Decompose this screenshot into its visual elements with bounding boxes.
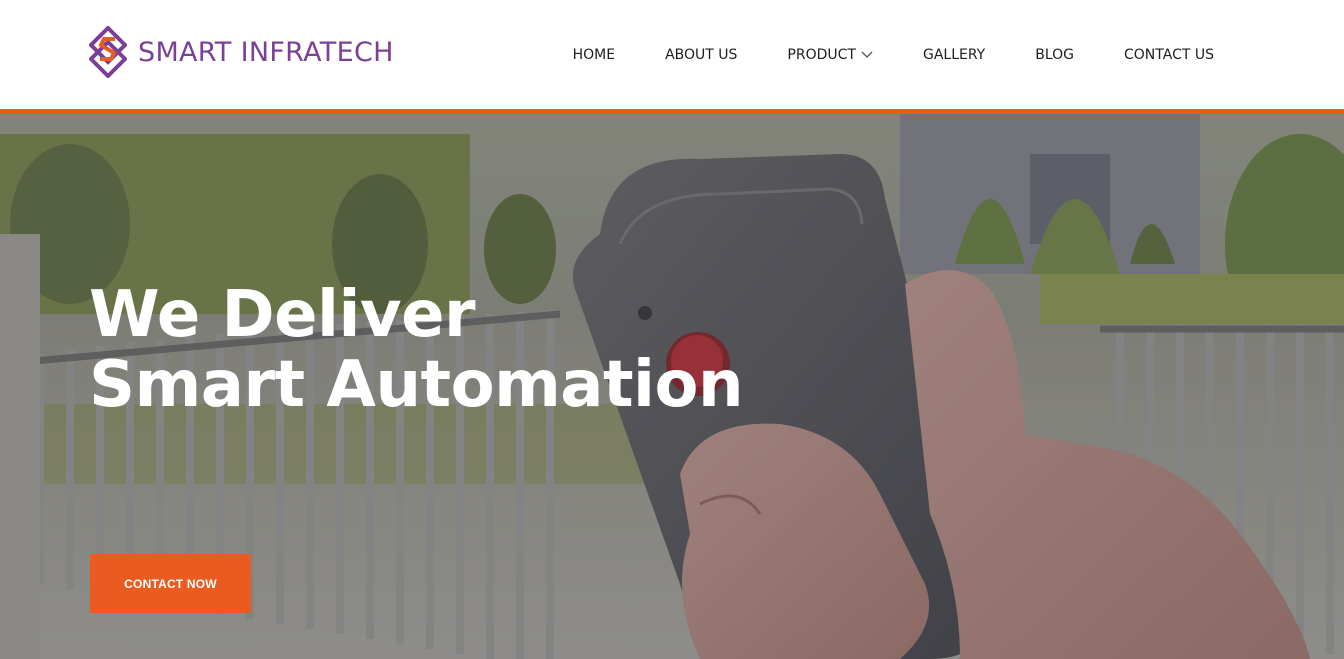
nav-item-home[interactable]: HOME	[573, 47, 615, 63]
brand-logo[interactable]: SMART INFRATECH	[89, 26, 394, 78]
hero-title-line-2: Smart Automation	[89, 348, 744, 422]
nav-item-label: GALLERY	[922, 46, 986, 63]
nav-item-blog[interactable]: BLOG	[1035, 47, 1074, 63]
nav-item-label: HOME	[572, 46, 616, 63]
nav-item-product[interactable]: PRODUCT	[787, 47, 873, 63]
chevron-down-icon[interactable]	[861, 51, 873, 59]
nav-item-label: CONTACT US	[1124, 46, 1214, 63]
nav-item-gallery[interactable]: GALLERY	[923, 47, 985, 63]
nav-item-about-us[interactable]: ABOUT US	[665, 47, 737, 63]
brand-name: SMART INFRATECH	[138, 36, 394, 68]
site-header: SMART INFRATECH HOME ABOUT US PRODUCT GA…	[0, 0, 1344, 109]
nav-item-label: PRODUCT	[787, 46, 856, 63]
nav-item-contact-us[interactable]: CONTACT US	[1124, 47, 1214, 63]
nav-item-label: ABOUT US	[665, 46, 738, 63]
diamond-s-logo-icon	[89, 26, 127, 78]
nav-item-label: BLOG	[1035, 46, 1075, 63]
main-nav: HOME ABOUT US PRODUCT GALLERY BLOG CONTA…	[573, 0, 1214, 109]
hero-title: We Deliver Smart Automation	[89, 278, 744, 422]
contact-now-button[interactable]: CONTACT NOW	[90, 554, 251, 613]
hero-section: We Deliver Smart Automation CONTACT NOW	[0, 114, 1344, 659]
hero-title-line-1: We Deliver	[89, 278, 476, 352]
